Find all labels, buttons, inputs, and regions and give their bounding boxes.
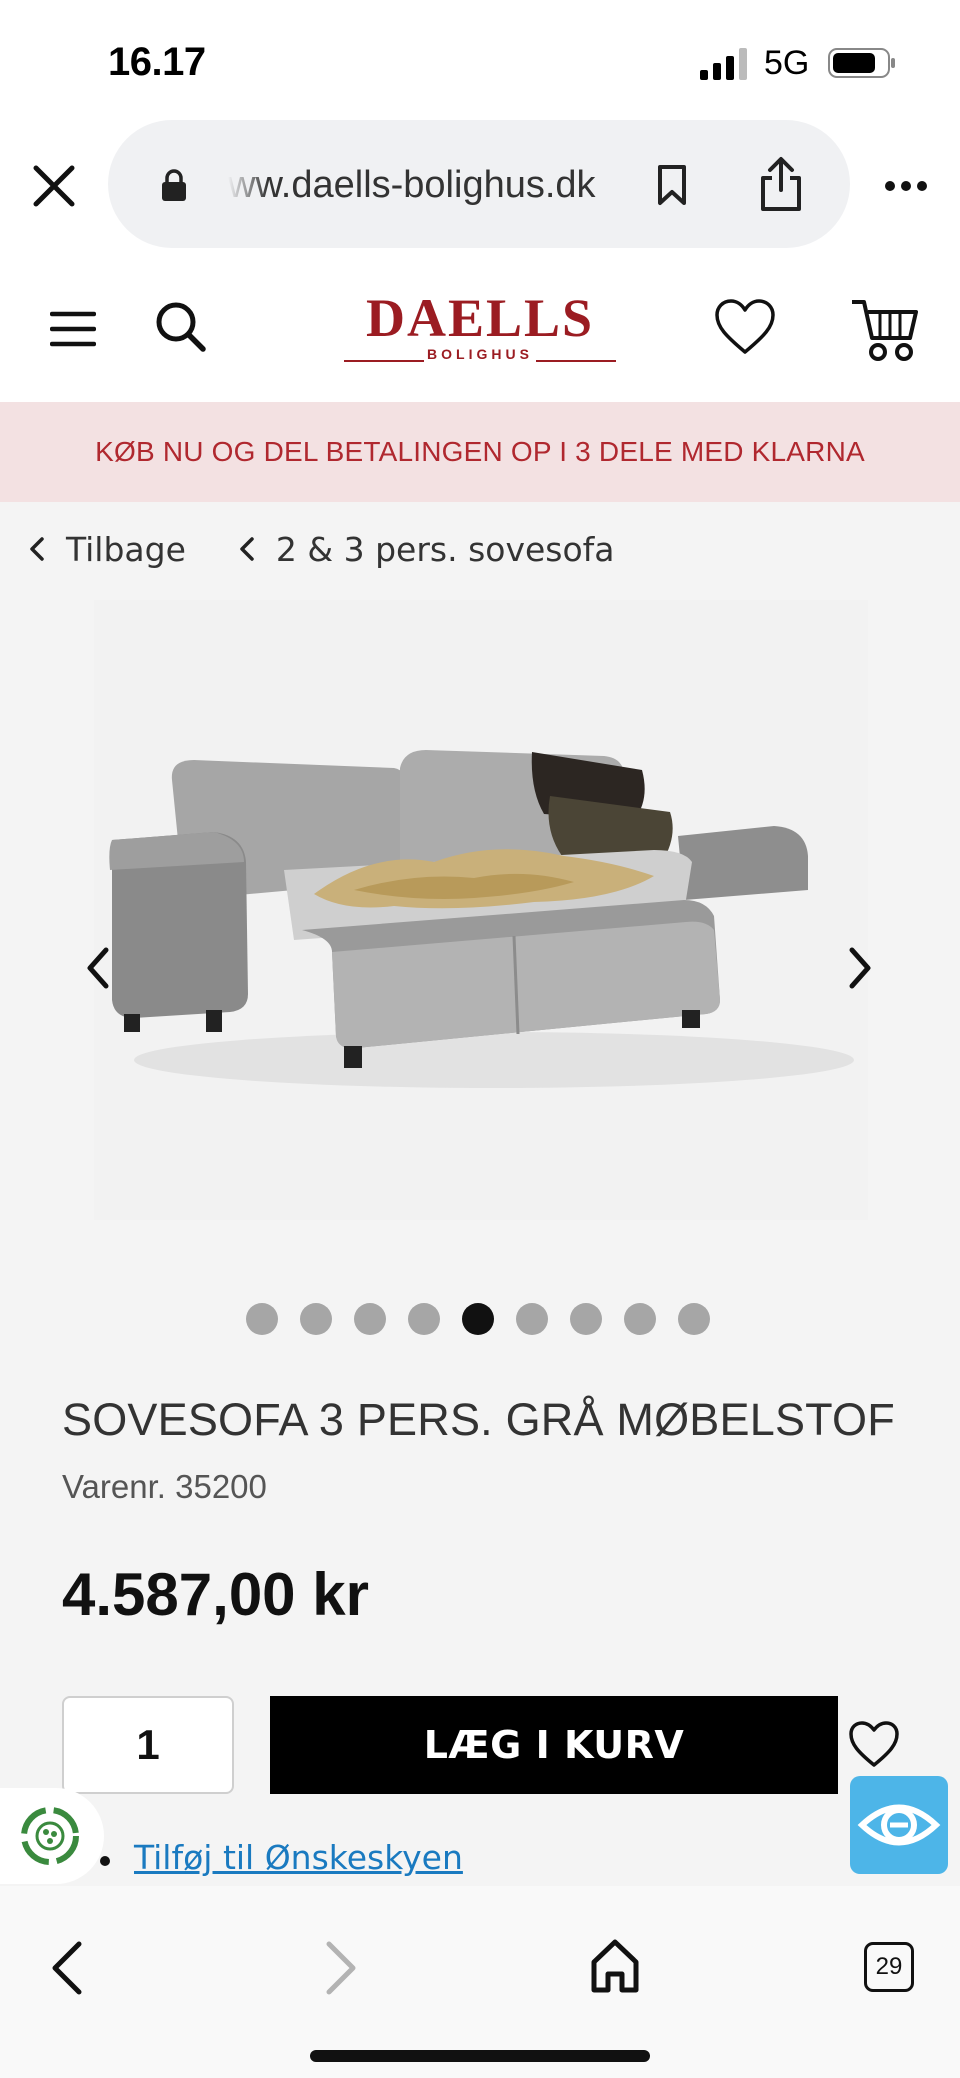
accessibility-badge[interactable] xyxy=(850,1776,948,1874)
breadcrumb: Tilbage 2 & 3 pers. sovesofa xyxy=(28,524,667,574)
browser-toolbar: 29 xyxy=(0,1886,960,2078)
battery-icon xyxy=(828,48,895,78)
add-to-cart-button[interactable]: LÆG I KURV xyxy=(270,1696,838,1794)
forward-icon[interactable] xyxy=(324,1940,358,1996)
network-label: 5G xyxy=(764,44,810,82)
gallery-dot[interactable] xyxy=(408,1303,440,1335)
close-icon[interactable] xyxy=(30,162,78,210)
site-header: DAELLS BOLIGHUS xyxy=(0,260,960,402)
logo-main: DAELLS xyxy=(365,288,595,348)
site-logo[interactable]: DAELLS BOLIGHUS xyxy=(340,290,620,370)
product-sku: Varenr. 35200 xyxy=(62,1468,267,1505)
url-field[interactable]: ww.daells-bolighus.dk xyxy=(108,120,850,248)
wishlist-heart-icon[interactable] xyxy=(848,1720,900,1768)
quantity-input[interactable]: 1 xyxy=(62,1696,234,1794)
gallery-dot[interactable] xyxy=(624,1303,656,1335)
back-icon[interactable] xyxy=(50,1940,84,1996)
browser-address-bar: ww.daells-bolighus.dk xyxy=(0,120,960,260)
eye-icon xyxy=(857,1804,941,1846)
promo-text: KØB NU OG DEL BETALINGEN OP I 3 DELE MED… xyxy=(95,436,865,467)
product-title: SOVESOFA 3 PERS. GRÅ MØBELSTOF xyxy=(62,1394,895,1445)
wishlist-link[interactable]: Tilføj til Ønskeskyen xyxy=(134,1838,463,1877)
home-icon[interactable] xyxy=(590,1938,640,1994)
gallery-dot[interactable] xyxy=(570,1303,602,1335)
share-icon[interactable] xyxy=(758,156,804,212)
lock-icon xyxy=(162,169,186,201)
gallery-dot-active[interactable] xyxy=(462,1303,494,1335)
menu-icon[interactable] xyxy=(50,310,96,348)
breadcrumb-back-label: Tilbage xyxy=(66,529,186,569)
search-icon[interactable] xyxy=(154,300,206,352)
gallery-dot[interactable] xyxy=(300,1303,332,1335)
gallery-dot[interactable] xyxy=(354,1303,386,1335)
bookmark-icon[interactable] xyxy=(656,164,688,206)
breadcrumb-category[interactable]: 2 & 3 pers. sovesofa xyxy=(238,530,615,569)
chevron-left-icon xyxy=(240,537,254,561)
gallery-next-icon[interactable] xyxy=(846,946,874,990)
status-time: 16.17 xyxy=(108,40,206,84)
signal-icon xyxy=(700,48,747,80)
heart-icon[interactable] xyxy=(714,298,776,356)
gallery-dot[interactable] xyxy=(516,1303,548,1335)
gallery-dot[interactable] xyxy=(246,1303,278,1335)
cart-icon[interactable] xyxy=(850,296,920,362)
promo-banner: KØB NU OG DEL BETALINGEN OP I 3 DELE MED… xyxy=(0,402,960,502)
product-image xyxy=(94,600,868,1220)
gallery-prev-icon[interactable] xyxy=(84,946,112,990)
recycle-icon xyxy=(21,1807,79,1865)
more-icon[interactable] xyxy=(884,180,928,192)
recycle-badge[interactable] xyxy=(0,1788,104,1884)
tabs-button[interactable]: 29 xyxy=(864,1942,914,1992)
breadcrumb-back[interactable]: Tilbage xyxy=(28,530,186,569)
gallery-dot[interactable] xyxy=(678,1303,710,1335)
breadcrumb-category-label: 2 & 3 pers. sovesofa xyxy=(275,529,615,569)
home-indicator xyxy=(310,2050,650,2062)
status-bar: 16.17 5G xyxy=(0,0,960,120)
product-gallery[interactable] xyxy=(94,600,868,1220)
product-price: 4.587,00 kr xyxy=(62,1561,369,1628)
chevron-left-icon xyxy=(30,537,44,561)
gallery-dots xyxy=(246,1302,732,1336)
